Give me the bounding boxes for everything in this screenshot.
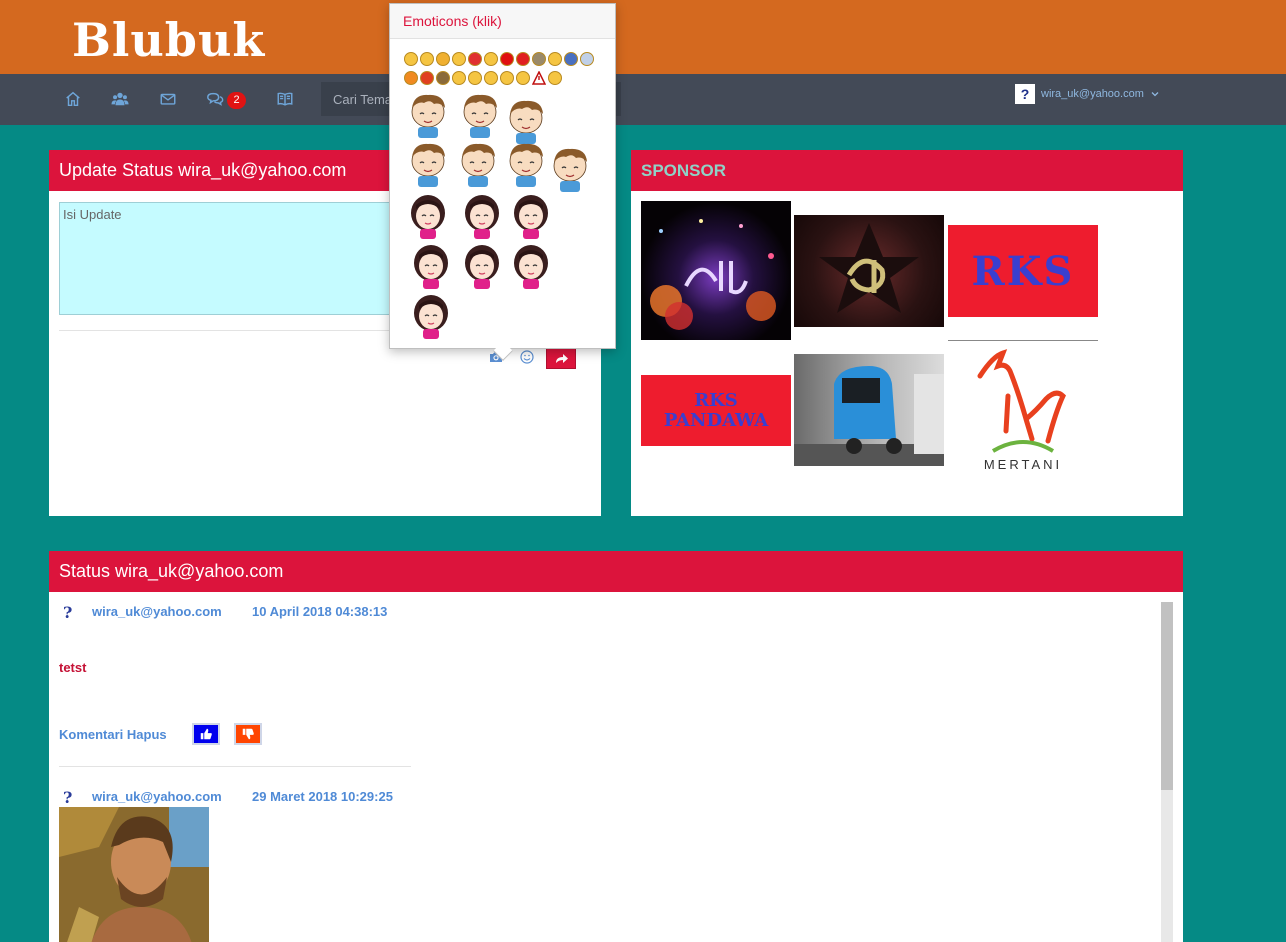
girl-sticker-icon[interactable] xyxy=(458,191,506,239)
smiley-icon[interactable] xyxy=(580,52,594,66)
girl-sticker-icon[interactable] xyxy=(458,241,506,289)
home-icon[interactable] xyxy=(64,90,84,110)
smiley-icon[interactable] xyxy=(404,71,418,85)
user-menu[interactable]: ? wira_uk@yahoo.com xyxy=(1015,84,1160,104)
avatar: ? xyxy=(63,788,73,807)
smiley-icon[interactable] xyxy=(517,348,537,366)
site-logo[interactable]: Blubuk xyxy=(72,14,265,66)
girl-sticker-icon[interactable] xyxy=(507,191,555,239)
sponsor-rks-pandawa-label: RKS PANDAWA xyxy=(663,389,769,431)
post-user-link[interactable]: wira_uk@yahoo.com xyxy=(92,789,222,804)
boy-sticker-icon[interactable] xyxy=(502,96,550,144)
status-title: Status wira_uk@yahoo.com xyxy=(49,551,1183,592)
post-user-link[interactable]: wira_uk@yahoo.com xyxy=(92,604,222,619)
smiley-icon[interactable] xyxy=(468,52,482,66)
boy-sticker-icon[interactable] xyxy=(502,139,550,187)
top-header: Blubuk xyxy=(0,0,1286,74)
boy-sticker-icon[interactable] xyxy=(404,139,452,187)
smiley-icon[interactable] xyxy=(452,52,466,66)
post-actions-links[interactable]: Komentari Hapus xyxy=(59,727,167,742)
post-date: 29 Maret 2018 10:29:25 xyxy=(252,789,393,804)
smiley-icon[interactable] xyxy=(484,71,498,85)
smiley-icon[interactable] xyxy=(516,52,530,66)
boy-sticker-icon[interactable] xyxy=(454,139,502,187)
users-icon[interactable] xyxy=(111,90,131,110)
smiley-icon[interactable] xyxy=(452,71,466,85)
boy-sticker-icon[interactable] xyxy=(404,90,452,138)
smiley-icon[interactable] xyxy=(420,52,434,66)
post-image[interactable] xyxy=(59,807,209,942)
boy-sticker-icon[interactable] xyxy=(456,90,504,138)
smiley-icon[interactable] xyxy=(548,52,562,66)
girl-sticker-icon[interactable] xyxy=(507,241,555,289)
scrollbar-thumb[interactable] xyxy=(1161,602,1173,790)
sponsor-title: SPONSOR xyxy=(631,150,1183,191)
smiley-icon[interactable] xyxy=(532,52,546,66)
smiley-icon[interactable] xyxy=(564,52,578,66)
sponsor-banner-bajaj[interactable] xyxy=(794,354,944,466)
feed-scrollbar[interactable] xyxy=(1161,602,1173,942)
chevron-down-icon xyxy=(1151,92,1159,97)
chat-count-badge: 2 xyxy=(227,92,246,109)
post-text: tetst xyxy=(59,660,87,675)
sponsor-banner-calligraphy-1[interactable] xyxy=(641,201,791,340)
comments-icon[interactable] xyxy=(206,90,226,110)
smiley-icon[interactable] xyxy=(404,52,418,66)
smiley-icon[interactable] xyxy=(500,52,514,66)
sponsor-banner-calligraphy-2[interactable] xyxy=(794,215,944,327)
smiley-icon[interactable] xyxy=(500,71,514,85)
share-button[interactable] xyxy=(546,346,576,369)
smiley-icon[interactable] xyxy=(420,71,434,85)
sponsor-banner-rks[interactable]: RKS xyxy=(948,225,1098,317)
post-date: 10 April 2018 04:38:13 xyxy=(252,604,388,619)
sponsor-banner-rks-pandawa[interactable]: RKS PANDAWA xyxy=(641,375,791,446)
smiley-icon[interactable] xyxy=(516,71,530,85)
sponsor-panel: SPONSOR RKS RKS PANDAWA MERTANI xyxy=(631,150,1183,516)
thumbs-down-icon xyxy=(242,728,254,740)
user-email: wira_uk@yahoo.com xyxy=(1041,88,1144,100)
smiley-icon[interactable] xyxy=(436,71,450,85)
avatar: ? xyxy=(63,603,73,622)
smiley-icon[interactable] xyxy=(436,52,450,66)
like-button[interactable] xyxy=(192,723,220,745)
status-panel: Status wira_uk@yahoo.com ? wira_uk@yahoo… xyxy=(49,551,1183,942)
sponsor-mertani-label: MERTANI xyxy=(983,457,1063,472)
boy-sticker-icon[interactable] xyxy=(546,144,594,192)
smiley-icon[interactable] xyxy=(468,71,482,85)
smiley-icon[interactable] xyxy=(548,71,562,85)
girl-sticker-icon[interactable] xyxy=(407,241,455,289)
sponsor-rks-label: RKS xyxy=(971,247,1075,295)
girl-sticker-icon[interactable] xyxy=(404,191,452,239)
girl-sticker-icon[interactable] xyxy=(407,291,455,339)
envelope-icon[interactable] xyxy=(159,90,179,110)
book-icon[interactable] xyxy=(276,90,296,110)
dislike-button[interactable] xyxy=(234,723,262,745)
post-divider xyxy=(59,766,411,767)
sponsor-banner-mertani[interactable]: MERTANI xyxy=(948,340,1098,474)
emoticon-popover-title: Emoticons (klik) xyxy=(390,4,615,39)
user-avatar: ? xyxy=(1015,84,1035,104)
smiley-icon[interactable] xyxy=(484,52,498,66)
emoticon-popover: Emoticons (klik) xyxy=(389,3,616,361)
smiley-icon[interactable] xyxy=(531,70,547,85)
thumbs-up-icon xyxy=(200,728,212,740)
share-icon xyxy=(556,353,568,363)
